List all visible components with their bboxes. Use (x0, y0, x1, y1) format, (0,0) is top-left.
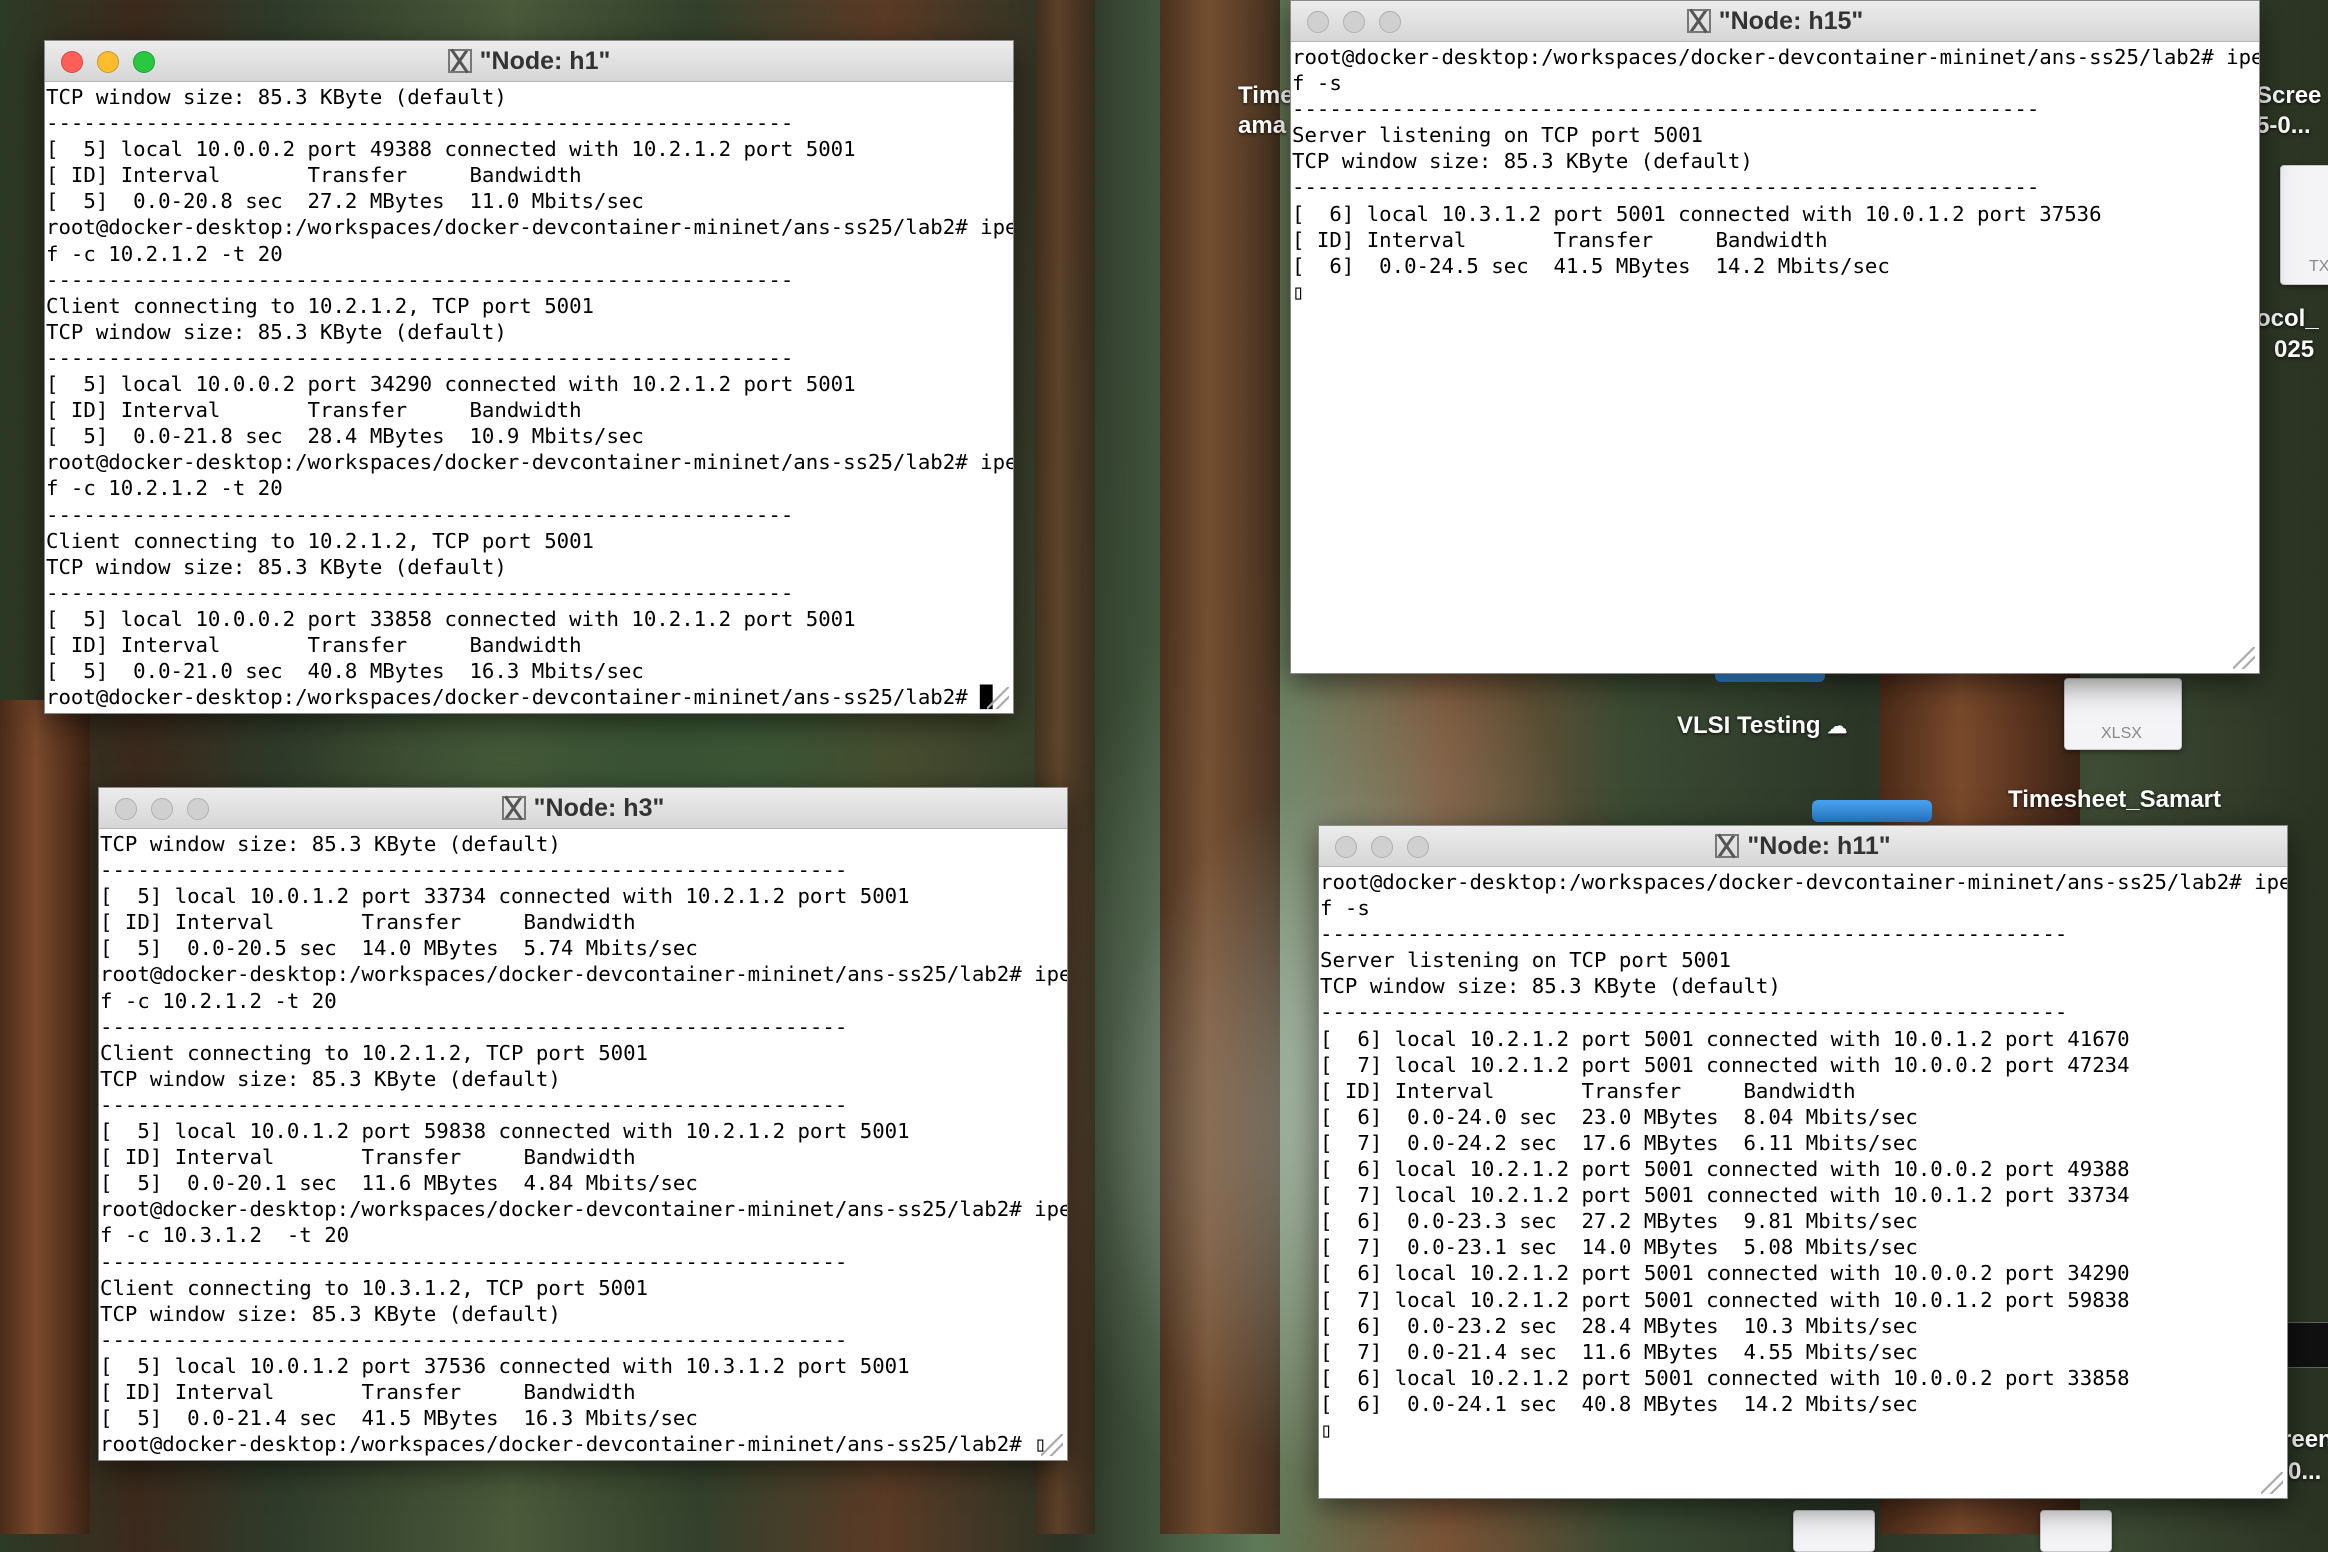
minimize-button[interactable] (1371, 836, 1393, 858)
resize-handle[interactable] (2233, 647, 2255, 669)
window-title: "Node: h15" (1718, 6, 1864, 35)
terminal-output[interactable]: TCP window size: 85.3 KByte (default) --… (99, 829, 1067, 1459)
terminal-window-h1[interactable]: "Node: h1" TCP window size: 85.3 KByte (… (44, 40, 1014, 714)
file-icon[interactable] (2040, 1510, 2112, 1552)
file-type-label: TX (2309, 258, 2328, 275)
zoom-button[interactable] (187, 798, 209, 820)
resize-handle[interactable] (2261, 1472, 2283, 1494)
window-titlebar[interactable]: "Node: h15" (1291, 1, 2259, 42)
terminal-output[interactable]: root@docker-desktop:/workspaces/docker-d… (1319, 867, 2287, 1497)
zoom-button[interactable] (1407, 836, 1429, 858)
close-button[interactable] (1335, 836, 1357, 858)
window-title: "Node: h11" (1747, 831, 1891, 860)
desktop-label[interactable]: Time (1238, 82, 1294, 110)
resize-handle[interactable] (1041, 1434, 1063, 1456)
desktop-label-vlsi-testing[interactable]: VLSI Testing ☁ (1677, 712, 1847, 740)
window-titlebar[interactable]: "Node: h3" (99, 788, 1067, 829)
window-titlebar[interactable]: "Node: h1" (45, 41, 1013, 82)
file-thumbnail[interactable] (2284, 1322, 2328, 1368)
close-button[interactable] (115, 798, 137, 820)
desktop-label-text: VLSI Testing (1677, 712, 1821, 739)
desktop-label[interactable]: 025 (2274, 336, 2314, 364)
tree-trunk (0, 700, 90, 1534)
close-button[interactable] (1307, 11, 1329, 33)
x11-icon (1715, 834, 1740, 858)
desktop-label[interactable]: ama (1238, 112, 1286, 140)
terminal-output[interactable]: root@docker-desktop:/workspaces/docker-d… (1291, 42, 2259, 672)
x11-icon (447, 49, 472, 73)
zoom-button[interactable] (133, 51, 155, 73)
terminal-output[interactable]: TCP window size: 85.3 KByte (default) --… (45, 82, 1013, 712)
minimize-button[interactable] (151, 798, 173, 820)
window-title: "Node: h1" (479, 46, 611, 75)
desktop-label-timesheet[interactable]: Timesheet_Samart (2008, 786, 2221, 814)
terminal-window-h15[interactable]: "Node: h15" root@docker-desktop:/workspa… (1290, 0, 2260, 674)
minimize-button[interactable] (1343, 11, 1365, 33)
x11-icon (1686, 9, 1711, 33)
terminal-window-h11[interactable]: "Node: h11" root@docker-desktop:/workspa… (1318, 825, 2288, 1499)
resize-handle[interactable] (987, 687, 1009, 709)
terminal-window-h3[interactable]: "Node: h3" TCP window size: 85.3 KByte (… (98, 787, 1068, 1461)
xlsx-file-icon[interactable]: XLSX (2064, 678, 2182, 750)
icloud-icon: ☁ (1827, 716, 1848, 738)
desktop-label[interactable]: reen (2282, 1426, 2328, 1454)
file-type-label: XLSX (2101, 725, 2142, 742)
desktop-label[interactable]: 0... (2288, 1458, 2321, 1486)
x11-icon (501, 796, 526, 820)
file-icon[interactable] (1793, 1510, 1875, 1552)
desktop-label[interactable]: 5-0... (2256, 112, 2311, 140)
window-title: "Node: h3" (533, 793, 665, 822)
minimize-button[interactable] (97, 51, 119, 73)
window-titlebar[interactable]: "Node: h11" (1319, 826, 2287, 867)
folder-icon[interactable] (1812, 800, 1932, 822)
file-icon[interactable]: TX (2280, 165, 2328, 285)
close-button[interactable] (61, 51, 83, 73)
zoom-button[interactable] (1379, 11, 1401, 33)
desktop-label[interactable]: Scree (2256, 82, 2321, 110)
